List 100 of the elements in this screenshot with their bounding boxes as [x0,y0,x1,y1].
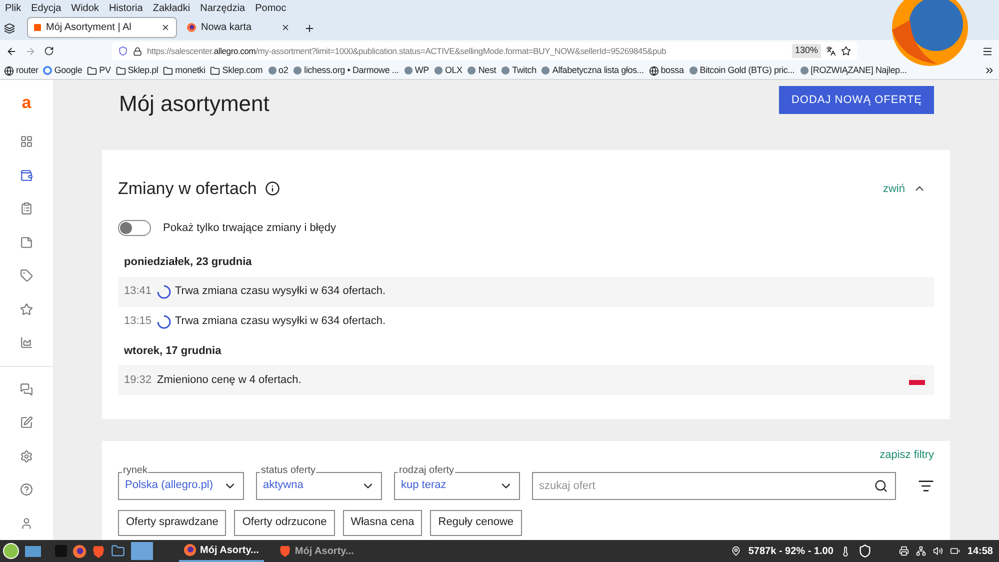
new-tab-icon[interactable] [304,23,315,34]
filter-icon[interactable] [918,478,934,494]
reload-icon[interactable] [44,46,54,56]
volume-icon[interactable] [933,546,944,556]
close-icon[interactable] [161,23,170,32]
shield-icon[interactable] [858,544,872,558]
site-icon [293,66,302,75]
globe-icon [648,66,659,76]
day-heading: poniedziałek, 23 grudnia [123,255,253,270]
bookmark-item[interactable]: Twitch [501,64,536,78]
site-icon [541,66,550,75]
bookmark-item[interactable]: Sklep.pl [116,64,158,78]
search-field[interactable]: szukaj ofert [532,472,896,500]
change-text: Trwa zmiana czasu wysyłki w 634 ofertach. [175,284,386,300]
filter-button[interactable]: Reguły cenowe [430,510,522,536]
tag-icon[interactable] [20,269,33,282]
folder-icon[interactable] [111,544,125,558]
bookmark-item[interactable]: OLX [434,64,462,78]
search-icon[interactable] [874,478,888,492]
edit-icon[interactable] [20,416,33,430]
page-title: Mój asortyment [119,90,270,118]
bookmark-item[interactable]: Alfabetyczna lista głos... [541,64,644,78]
menu-item[interactable]: Pomoc [255,0,286,16]
select-label: rynek [122,466,148,476]
browser-tab[interactable]: Nowa karta [181,17,296,38]
tab-list-icon[interactable] [4,23,15,34]
google-icon [43,66,52,75]
filter-button[interactable]: Oferty sprawdzane [118,510,226,536]
info-icon[interactable] [264,181,280,196]
spinner-icon [157,314,171,328]
collapse-link[interactable]: zwiń [882,180,934,197]
battery-icon[interactable] [950,546,960,556]
bookmark-item[interactable]: bossa [648,64,684,78]
menu-icon[interactable] [982,46,993,56]
bookmark-star-icon[interactable] [841,46,851,56]
wallet-icon[interactable] [20,168,33,182]
clipboard-icon[interactable] [20,202,33,216]
start-menu-icon[interactable] [3,543,19,559]
site-icon [268,66,277,75]
zoom-badge[interactable]: 130% [792,44,821,58]
bookmark-item[interactable]: Nest [467,64,496,78]
desktop-icon[interactable] [25,546,41,556]
filter-button[interactable]: Oferty odrzucone [234,510,335,536]
globe-icon [4,66,14,76]
menu-item[interactable]: Historia [108,0,143,16]
taskbar-window[interactable]: Mój Asorty... [179,540,264,562]
bookmark-item[interactable]: WP [404,64,429,78]
bookmark-item[interactable]: Bitcoin Gold (BTG) pric... [688,64,795,78]
save-filters-link[interactable]: zapisz filtry [880,447,934,464]
bookmark-item[interactable]: Google [43,64,82,78]
change-text: Zmieniono cenę w 4 ofertach. [157,372,302,388]
select-label: rodzaj oferty [398,466,456,476]
system-status: 5787k - 92% - 1.00 [748,544,834,558]
favicon-icon [34,24,41,31]
browser-logo-icon [187,23,196,32]
menu-item[interactable]: Edycja [31,0,62,16]
taskbar-window[interactable]: Mój Asorty... [274,540,359,562]
bookmark-item[interactable]: PV [87,64,111,78]
translate-icon[interactable] [826,46,836,56]
messages-icon[interactable] [20,382,33,396]
user-icon[interactable] [20,516,33,530]
add-offer-button[interactable]: DODAJ NOWĄ OFERTĘ [779,86,934,114]
bookmark-item[interactable]: monetki [163,64,206,78]
menu-item[interactable]: Zakładki [152,0,190,16]
more-bookmarks-icon[interactable] [984,65,995,76]
folder-icon [116,66,126,76]
select-value: Polska (allegro.pl) [125,478,214,494]
star-icon[interactable] [20,302,33,316]
address-bar[interactable]: https://salescenter.allegro.com/my-assortment?limit=1000&publication.status=ACTIVE&sellingMode.format=BUY_NOW&sellerId=95269845&pub 130% [112,42,857,60]
bookmark-item[interactable]: o2 [268,64,288,78]
change-text: Trwa zmiana czasu wysyłki w 634 ofertach. [175,314,386,330]
help-icon[interactable] [20,483,33,496]
clock: 14:58 [967,544,993,558]
filter-button[interactable]: Własna cena [342,510,422,536]
bookmark-item[interactable]: Sklep.com [210,64,263,78]
back-icon[interactable] [6,46,17,56]
toggle-label: Pokaż tylko trwające zmiany i błędy [163,220,336,236]
settings-icon[interactable] [20,450,33,463]
pin-icon [731,546,742,556]
menu-item[interactable]: Widok [71,0,99,16]
shield-icon [118,46,128,56]
site-icon [501,66,510,75]
menu-item[interactable]: Plik [5,0,22,16]
folder-icon [163,66,174,76]
close-icon[interactable] [281,23,290,32]
lock-icon [133,46,142,56]
bookmark-item[interactable]: router [4,64,38,78]
menu-item[interactable]: Narzędzia [200,0,246,16]
chart-icon[interactable] [20,336,33,350]
note-icon[interactable] [20,236,33,249]
bookmark-item[interactable]: [ROZWIĄZANE] Najlep... [800,64,907,78]
site-icon [434,66,443,75]
browser-tab[interactable]: Mój Asortyment | Al [27,17,177,38]
printer-icon[interactable] [899,546,910,556]
site-icon [467,66,476,75]
grid-icon[interactable] [20,135,33,148]
select-label: status oferty [260,466,316,476]
toggle-switch[interactable] [118,220,151,236]
network-icon[interactable] [916,546,926,556]
bookmark-item[interactable]: lichess.org • Darmowe ... [293,64,399,78]
